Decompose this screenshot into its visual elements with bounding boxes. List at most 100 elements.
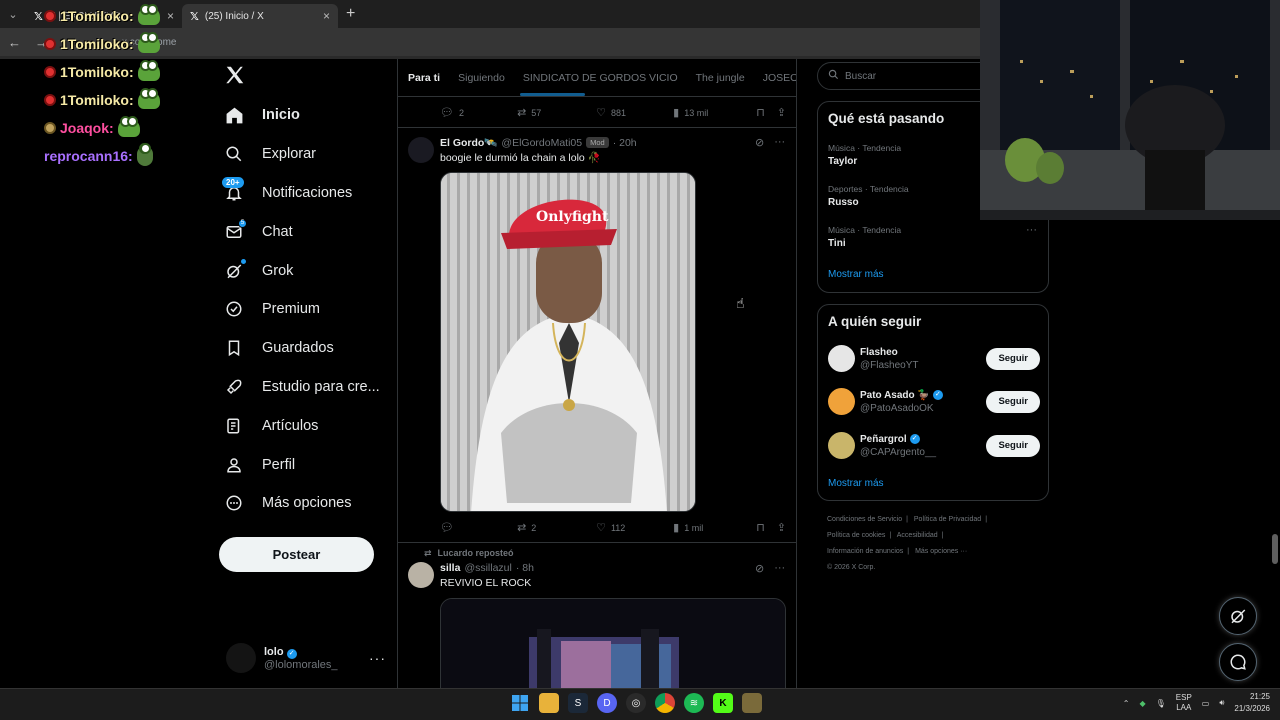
trend-item[interactable]: Música · Tendencia Tini xyxy=(828,225,901,249)
trend-item[interactable]: Deportes · Tendencia Russo xyxy=(828,184,909,208)
tab-the-jungle[interactable]: The jungle xyxy=(696,72,745,84)
post-button[interactable]: Postear xyxy=(219,537,374,572)
x-logo-icon[interactable] xyxy=(224,64,248,88)
reply-action[interactable]: 💬︎ 2 xyxy=(440,106,517,119)
trend-more-icon[interactable]: ··· xyxy=(1026,224,1037,236)
microphone-icon[interactable]: 🎙︎ xyxy=(1156,699,1166,708)
discord-icon[interactable]: D xyxy=(597,693,617,713)
tweet-author-name[interactable]: silla xyxy=(440,562,460,574)
repost-action[interactable]: ⇄ 2 xyxy=(517,521,596,534)
language-indicator[interactable]: ESP LAA xyxy=(1176,693,1192,713)
close-tab-icon[interactable]: × xyxy=(323,9,330,23)
volume-icon[interactable]: 🔊︎ xyxy=(1219,698,1224,708)
kick-icon[interactable]: K xyxy=(713,693,733,713)
sidebar-item-perfil[interactable]: Perfil xyxy=(224,445,380,484)
tray-chevron-icon[interactable]: ⌃ xyxy=(1123,699,1130,708)
search-input[interactable]: Buscar xyxy=(817,62,997,90)
footer-link[interactable]: Condiciones de Servicio xyxy=(827,516,902,523)
tweet-author-name[interactable]: El Gordo🛰️ xyxy=(440,136,497,149)
footer-link[interactable]: Accesibilidad xyxy=(897,532,938,539)
footer-sep: | xyxy=(889,532,892,539)
sidebar-item-explorar[interactable]: Explorar xyxy=(224,135,380,174)
sidebar-item-chat[interactable]: 5 Chat xyxy=(224,212,380,251)
spotify-icon[interactable]: ≋ xyxy=(684,693,704,713)
views-action[interactable]: ▮ 13 mil xyxy=(673,106,752,119)
tab-search-icon[interactable]: ⌄ xyxy=(0,0,26,28)
new-tab-button[interactable]: + xyxy=(346,5,355,23)
tweet-author-handle[interactable]: @ElGordoMati05 xyxy=(501,137,582,149)
tab-joseo[interactable]: JOSEO xyxy=(763,72,796,84)
share-action[interactable]: ⇪ xyxy=(777,106,786,119)
file-explorer-icon[interactable] xyxy=(539,693,559,713)
repost-action[interactable]: ⇄ 57 xyxy=(517,106,596,119)
messages-fab-icon[interactable] xyxy=(1219,643,1257,681)
obs-icon[interactable]: ◎ xyxy=(626,693,646,713)
grok-dot xyxy=(240,257,247,265)
page-scrollbar[interactable] xyxy=(1272,534,1278,564)
bookmark-action[interactable]: ⊓ xyxy=(756,106,765,119)
close-tab-icon[interactable]: × xyxy=(167,9,174,23)
follow-show-more-link[interactable]: Mostrar más xyxy=(828,478,884,489)
chat-line: 1Tomiloko: xyxy=(44,2,160,30)
avatar[interactable] xyxy=(408,562,434,588)
sidebar-item-premium[interactable]: Premium xyxy=(224,290,380,329)
bookmark-action[interactable]: ⊓ xyxy=(756,521,765,534)
browser-tab-2[interactable]: 𝕏 (25) Inicio / X × xyxy=(182,4,338,28)
repost-context-text[interactable]: Lucardo reposteó xyxy=(438,548,514,559)
back-icon[interactable]: ← xyxy=(8,35,21,50)
tweet-author-handle[interactable]: @ssillazul xyxy=(464,562,511,574)
sidebar-item-mas-opciones[interactable]: Más opciones xyxy=(224,484,380,523)
more-options-icon[interactable]: ··· xyxy=(774,562,785,575)
sidebar-item-articulos[interactable]: Artículos xyxy=(224,406,380,445)
tab-sindicato[interactable]: SINDICATO DE GORDOS VICIO xyxy=(523,72,678,84)
like-action[interactable]: ♡ 881 xyxy=(596,106,673,119)
follow-suggestion[interactable]: Peñargrol ✓ @CAPArgento__ Seguir xyxy=(828,432,1040,459)
grok-explain-icon[interactable]: ⊘ xyxy=(755,562,764,575)
footer-link[interactable]: Más opciones ··· xyxy=(915,548,967,555)
network-icon[interactable]: ▭ xyxy=(1202,699,1210,708)
sidebar-item-grok[interactable]: Grok xyxy=(224,251,380,290)
share-action[interactable]: ⇪ xyxy=(777,521,786,534)
footer-link[interactable]: Información de anuncios xyxy=(827,548,903,555)
grok-explain-icon[interactable]: ⊘ xyxy=(755,136,764,149)
sidebar-item-inicio[interactable]: Inicio xyxy=(224,96,380,135)
tweet-time[interactable]: · 20h xyxy=(613,137,637,149)
account-switcher[interactable]: lolo ✓ @lolomorales_ ··· xyxy=(226,640,386,676)
trends-show-more-link[interactable]: Mostrar más xyxy=(828,269,884,280)
follow-suggestion[interactable]: Flasheo @FlasheoYT Seguir xyxy=(828,345,1040,372)
trend-category: Deportes · Tendencia xyxy=(828,184,909,194)
tweet-time[interactable]: · 8h xyxy=(516,562,534,574)
like-action[interactable]: ♡ 112 xyxy=(596,521,673,534)
grok-fab-icon[interactable] xyxy=(1219,597,1257,635)
who-to-follow-title: A quién seguir xyxy=(828,314,922,329)
follow-button[interactable]: Seguir xyxy=(986,434,1040,457)
account-more-icon[interactable]: ··· xyxy=(369,650,386,666)
reply-action[interactable]: 💬︎ xyxy=(440,521,517,534)
views-action[interactable]: ▮ 1 mil xyxy=(673,521,752,534)
sidebar-item-notificaciones[interactable]: 20+ Notificaciones xyxy=(222,174,380,213)
steam-icon[interactable]: S xyxy=(568,693,588,713)
tweet-photo[interactable]: Onlyfight xyxy=(440,172,696,512)
chrome-icon[interactable] xyxy=(655,693,675,713)
more-options-icon[interactable]: ··· xyxy=(774,136,785,149)
like-icon: ♡ xyxy=(596,107,606,119)
follow-button[interactable]: Seguir xyxy=(986,390,1040,413)
follow-button[interactable]: Seguir xyxy=(986,347,1040,370)
footer-link[interactable]: Política de Privacidad xyxy=(914,516,981,523)
avatar[interactable] xyxy=(408,137,434,163)
trend-item[interactable]: Música · Tendencia Taylor xyxy=(828,143,901,167)
chat-username: 1Tomiloko: xyxy=(60,92,134,108)
views-count: 13 mil xyxy=(684,107,709,118)
trend-category: Música · Tendencia xyxy=(828,225,902,235)
windows-start-icon[interactable] xyxy=(510,693,530,713)
clock[interactable]: 21:25 21/3/2026 xyxy=(1234,691,1270,715)
tab-siguiendo[interactable]: Siguiendo xyxy=(458,72,505,84)
app-icon[interactable] xyxy=(742,693,762,713)
tray-app-icon[interactable]: ◆ xyxy=(1139,699,1145,708)
sidebar-item-estudio[interactable]: Estudio para cre... xyxy=(224,368,380,407)
follow-suggestion[interactable]: Pato Asado 🦆 ✓ @PatoAsadoOK Seguir xyxy=(828,388,1040,415)
tab-para-ti[interactable]: Para ti xyxy=(408,72,440,84)
sidebar-item-guardados[interactable]: Guardados xyxy=(224,329,380,368)
tweet-video[interactable] xyxy=(440,598,786,693)
footer-link[interactable]: Política de cookies xyxy=(827,532,885,539)
